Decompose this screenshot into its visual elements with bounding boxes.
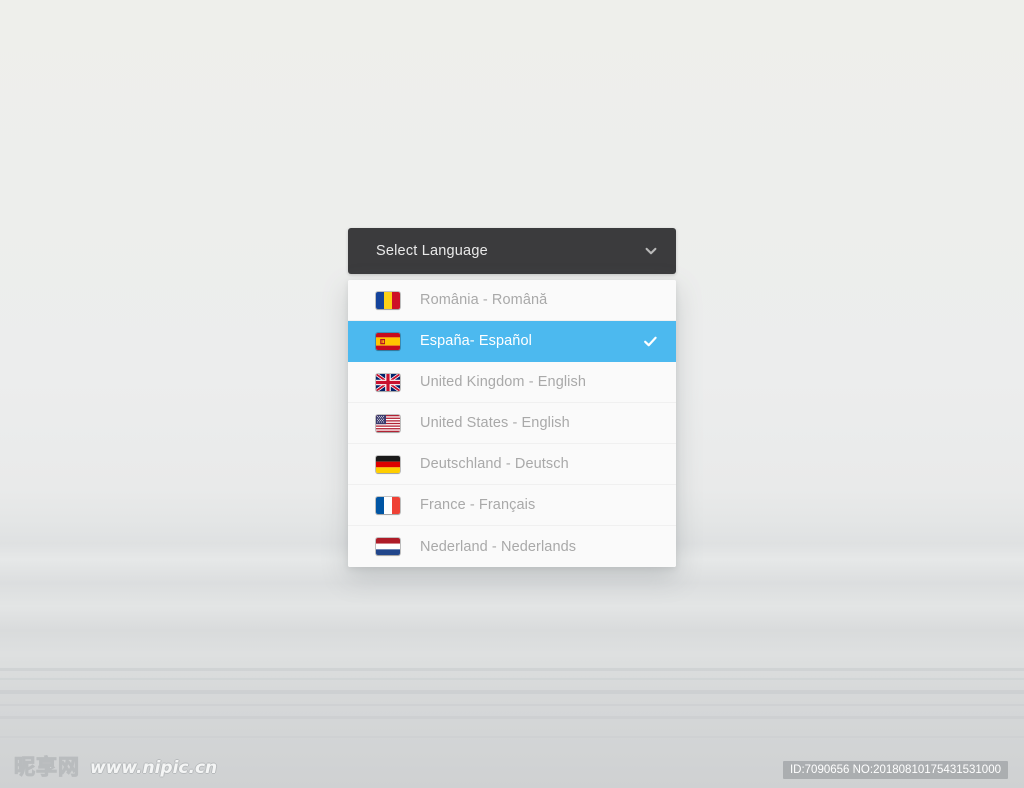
flag-spain-icon <box>376 332 400 350</box>
horizon-streak <box>0 704 1024 706</box>
flag-france-icon <box>376 496 400 514</box>
check-icon <box>643 334 658 349</box>
language-option-label: United Kingdom - English <box>420 374 587 390</box>
watermark-url: www.nipic.cn <box>90 757 218 778</box>
flag-united-kingdom-icon <box>376 373 400 391</box>
language-option-label: France - Français <box>420 497 536 513</box>
language-option-fr[interactable]: France - Français <box>348 485 676 526</box>
select-language-header[interactable]: Select Language <box>348 228 676 274</box>
watermark: 昵享网 www.nipic.cn <box>14 755 218 779</box>
language-option-list[interactable]: România - Română España- Español United Ki… <box>348 280 676 567</box>
language-option-label: United States - English <box>420 415 570 431</box>
watermark-logo: 昵享网 <box>14 755 80 779</box>
language-option-label: Nederland - Nederlands <box>420 538 577 555</box>
select-language-label: Select Language <box>376 243 488 259</box>
language-option-nl[interactable]: Nederland - Nederlands <box>348 526 676 567</box>
language-select-dropdown[interactable]: Select Language România - Română España- … <box>348 228 676 567</box>
language-option-gb[interactable]: United Kingdom - English <box>348 362 676 403</box>
horizon-streak <box>0 678 1024 680</box>
page-background: Select Language România - Română España- … <box>0 0 1024 788</box>
flag-romania-icon <box>376 291 400 309</box>
horizon-streak <box>0 668 1024 671</box>
language-option-label: España- Español <box>420 333 532 349</box>
flag-netherlands-icon <box>376 538 400 555</box>
language-option-us[interactable]: United States - English <box>348 403 676 444</box>
flag-united-states-icon <box>376 414 400 432</box>
language-option-es[interactable]: España- Español <box>348 321 676 362</box>
horizon-streak <box>0 736 1024 738</box>
id-badge: ID:7090656 NO:20180810175431531000 <box>782 761 1008 779</box>
language-option-label: România - Română <box>420 292 548 308</box>
language-option-ro[interactable]: România - Română <box>348 280 676 321</box>
language-option-label: Deutschland - Deutsch <box>420 456 569 472</box>
language-option-de[interactable]: Deutschland - Deutsch <box>348 444 676 485</box>
horizon-streak <box>0 716 1024 719</box>
flag-germany-icon <box>376 455 400 473</box>
horizon-streak <box>0 690 1024 694</box>
chevron-down-icon[interactable] <box>644 244 658 258</box>
